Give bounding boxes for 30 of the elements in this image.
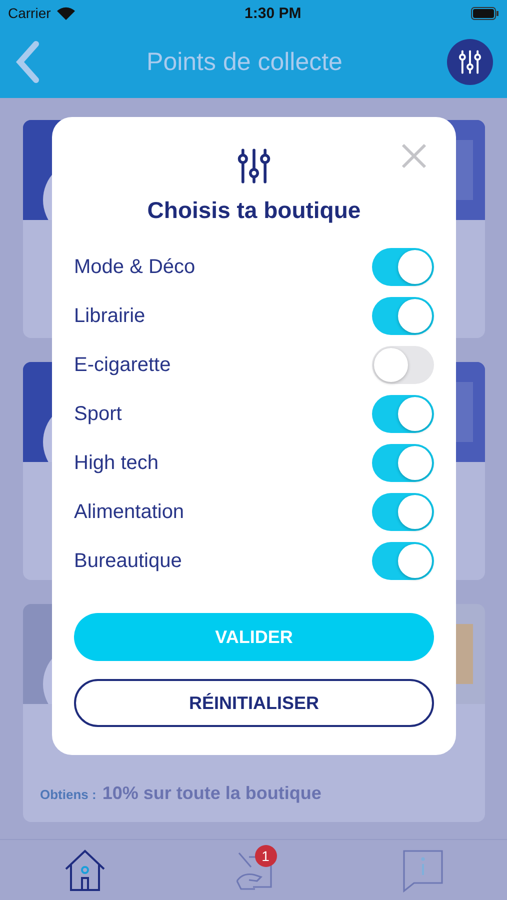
clock: 1:30 PM [244, 4, 302, 22]
category-label: Librairie [74, 304, 146, 328]
screen-title: Points de collecte [146, 48, 344, 76]
reset-button[interactable]: RÉINITIALISER [74, 679, 434, 727]
offer-label: Obtiens : [40, 787, 96, 802]
category-label: High tech [74, 452, 158, 474]
category-label: E-cigarette [74, 354, 171, 376]
toggle-switch[interactable] [372, 346, 434, 384]
tab-item[interactable]: 1 [228, 845, 278, 895]
battery-icon [470, 6, 499, 20]
toggle-switch[interactable] [372, 542, 434, 580]
sliders-icon [457, 49, 483, 75]
toggle-switch[interactable] [372, 297, 434, 335]
category-label: Bureautique [74, 550, 182, 572]
wifi-icon [56, 6, 75, 20]
dialog-title: Choisis ta boutique [147, 197, 361, 224]
offer-text: 10% sur toute la boutique [102, 783, 322, 804]
category-label: Alimentation [74, 500, 184, 524]
carrier: Carrier [8, 5, 51, 21]
notification-badge: 1 [254, 845, 276, 867]
toggle-switch[interactable] [372, 248, 434, 286]
filter-button[interactable] [447, 39, 493, 85]
close-button[interactable] [400, 142, 428, 170]
sliders-icon [235, 147, 273, 185]
toggle-switch[interactable] [372, 493, 434, 531]
toggle-switch[interactable] [372, 395, 434, 433]
category-label: Mode & Déco [74, 256, 196, 278]
toggle-switch[interactable] [372, 444, 434, 482]
category-label: Sport [74, 402, 122, 426]
back-icon[interactable] [14, 40, 42, 84]
